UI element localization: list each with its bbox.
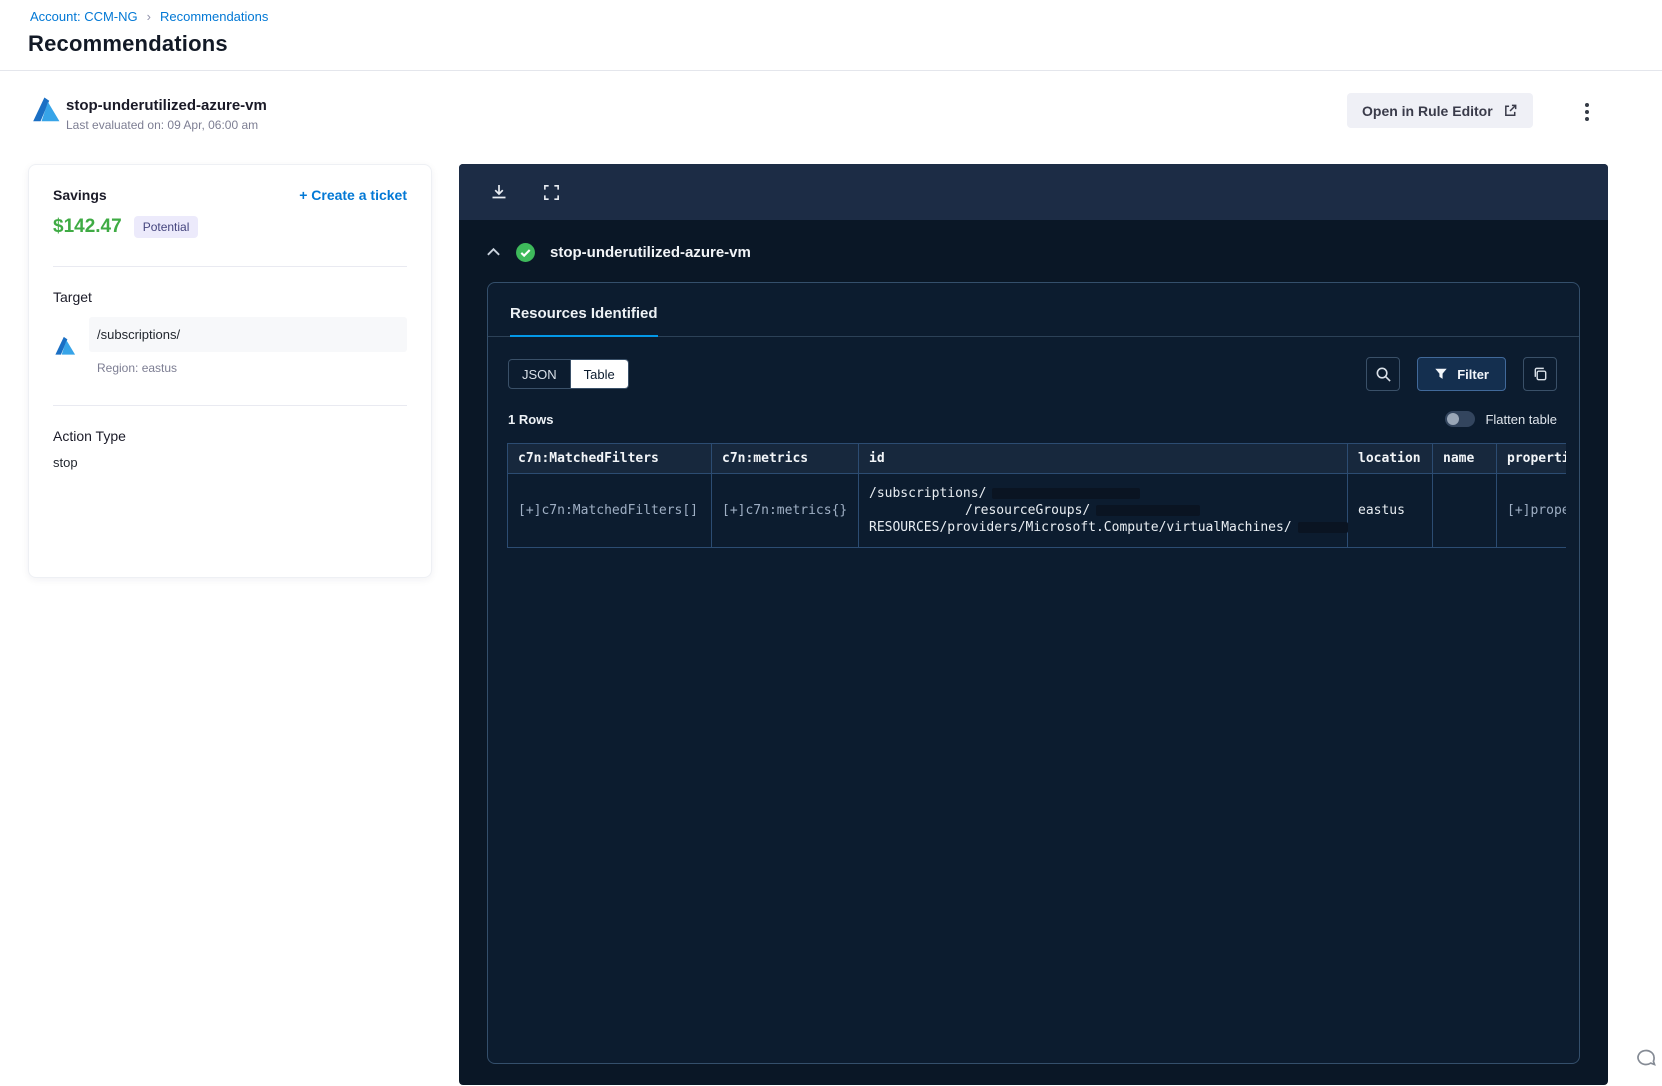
recommendation-name: stop-underutilized-azure-vm xyxy=(66,97,267,114)
external-link-icon xyxy=(1503,103,1518,118)
cell-metrics-expander[interactable]: [+]c7n:metrics{} xyxy=(711,473,859,548)
rows-count: 1 Rows xyxy=(508,411,554,427)
id-path-segment: /subscriptions/ xyxy=(869,486,987,501)
view-table-button[interactable]: Table xyxy=(570,360,628,388)
more-options-button[interactable] xyxy=(1572,97,1602,127)
tab-resources-identified[interactable]: Resources Identified xyxy=(510,305,658,337)
search-icon xyxy=(1376,367,1391,382)
id-path-segment: RESOURCES/providers/Microsoft.Compute/vi… xyxy=(869,520,1292,535)
cell-id: /subscriptions/ /resourceGroups/ RESOURC… xyxy=(858,473,1348,548)
open-rule-editor-button[interactable]: Open in Rule Editor xyxy=(1347,93,1533,128)
resources-identified-card: Resources Identified JSON Table Filter 1… xyxy=(487,282,1580,1064)
action-type-value: stop xyxy=(53,455,78,470)
resources-table-viewport[interactable]: c7n:MatchedFilters c7n:metrics id locati… xyxy=(507,443,1566,548)
target-path: /subscriptions/ xyxy=(89,317,407,352)
cell-matched-filters-expander[interactable]: [+]c7n:MatchedFilters[] xyxy=(507,473,712,548)
chat-bubble-icon xyxy=(1637,1049,1656,1066)
column-header-metrics: c7n:metrics xyxy=(711,443,859,474)
download-button[interactable] xyxy=(487,180,511,204)
card-divider xyxy=(53,405,407,406)
table-row: [+]c7n:MatchedFilters[] [+]c7n:metrics{}… xyxy=(507,473,1566,548)
card-divider xyxy=(53,266,407,267)
resources-panel: stop-underutilized-azure-vm Resources Id… xyxy=(459,164,1608,1085)
column-header-properties: properties xyxy=(1496,443,1566,474)
target-label: Target xyxy=(53,289,92,305)
potential-badge: Potential xyxy=(133,216,199,238)
column-header-matched-filters: c7n:MatchedFilters xyxy=(507,443,712,474)
redacted-text xyxy=(1096,505,1201,516)
collapse-section-button[interactable] xyxy=(486,247,501,257)
savings-card: Savings + Create a ticket $142.47 Potent… xyxy=(28,164,432,578)
fullscreen-icon xyxy=(543,184,559,200)
cell-location: eastus xyxy=(1347,473,1433,548)
kebab-menu-icon xyxy=(1585,103,1589,121)
breadcrumb-recommendations-link[interactable]: Recommendations xyxy=(160,9,268,24)
rule-name-title: stop-underutilized-azure-vm xyxy=(550,243,751,261)
page-title: Recommendations xyxy=(28,31,228,56)
column-header-location: location xyxy=(1347,443,1433,474)
breadcrumb-separator-icon: › xyxy=(146,9,151,24)
action-type-label: Action Type xyxy=(53,428,126,444)
cell-properties-expander[interactable]: [+]properties{} xyxy=(1496,473,1566,548)
download-icon xyxy=(492,185,506,199)
help-chat-button[interactable] xyxy=(1632,1044,1660,1072)
filter-label: Filter xyxy=(1457,366,1489,382)
azure-icon xyxy=(30,95,62,127)
open-rule-editor-label: Open in Rule Editor xyxy=(1362,102,1493,119)
redacted-text xyxy=(992,488,1141,499)
flatten-table-label: Flatten table xyxy=(1485,411,1557,427)
fullscreen-button[interactable] xyxy=(539,180,563,204)
last-evaluated-text: Last evaluated on: 09 Apr, 06:00 am xyxy=(66,118,259,132)
flatten-table-toggle[interactable] xyxy=(1445,411,1476,427)
header-divider xyxy=(0,70,1662,71)
panel-toolbar xyxy=(459,164,1608,220)
breadcrumb-account-link[interactable]: Account: CCM-NG xyxy=(30,9,138,24)
chevron-up-icon xyxy=(487,247,500,256)
savings-label: Savings xyxy=(53,187,107,203)
column-header-name: name xyxy=(1432,443,1497,474)
success-check-icon xyxy=(515,242,536,263)
search-button[interactable] xyxy=(1366,357,1401,391)
copy-icon xyxy=(1534,367,1546,380)
create-ticket-button[interactable]: + Create a ticket xyxy=(299,187,407,203)
filter-button[interactable]: Filter xyxy=(1417,357,1506,391)
column-header-id: id xyxy=(858,443,1348,474)
cell-name xyxy=(1432,473,1497,548)
recommendations-page: Account: CCM-NG › Recommendations Recomm… xyxy=(0,0,1662,1086)
target-list-item[interactable]: /subscriptions/ Region: eastus xyxy=(53,317,407,377)
savings-amount: $142.47 xyxy=(53,216,122,237)
resources-table: c7n:MatchedFilters c7n:metrics id locati… xyxy=(507,443,1566,548)
copy-button[interactable] xyxy=(1523,357,1557,391)
view-json-button[interactable]: JSON xyxy=(509,360,571,388)
redacted-text xyxy=(1297,522,1348,533)
filter-icon xyxy=(1435,368,1447,379)
breadcrumb: Account: CCM-NG › Recommendations xyxy=(30,9,268,24)
toggle-knob xyxy=(1447,413,1460,425)
target-region: Region: eastus xyxy=(97,361,178,375)
table-header-row: c7n:MatchedFilters c7n:metrics id locati… xyxy=(507,443,1566,474)
view-mode-segmented-control: JSON Table xyxy=(508,359,629,389)
id-path-segment: /resourceGroups/ xyxy=(965,503,1091,518)
azure-icon xyxy=(53,335,77,359)
